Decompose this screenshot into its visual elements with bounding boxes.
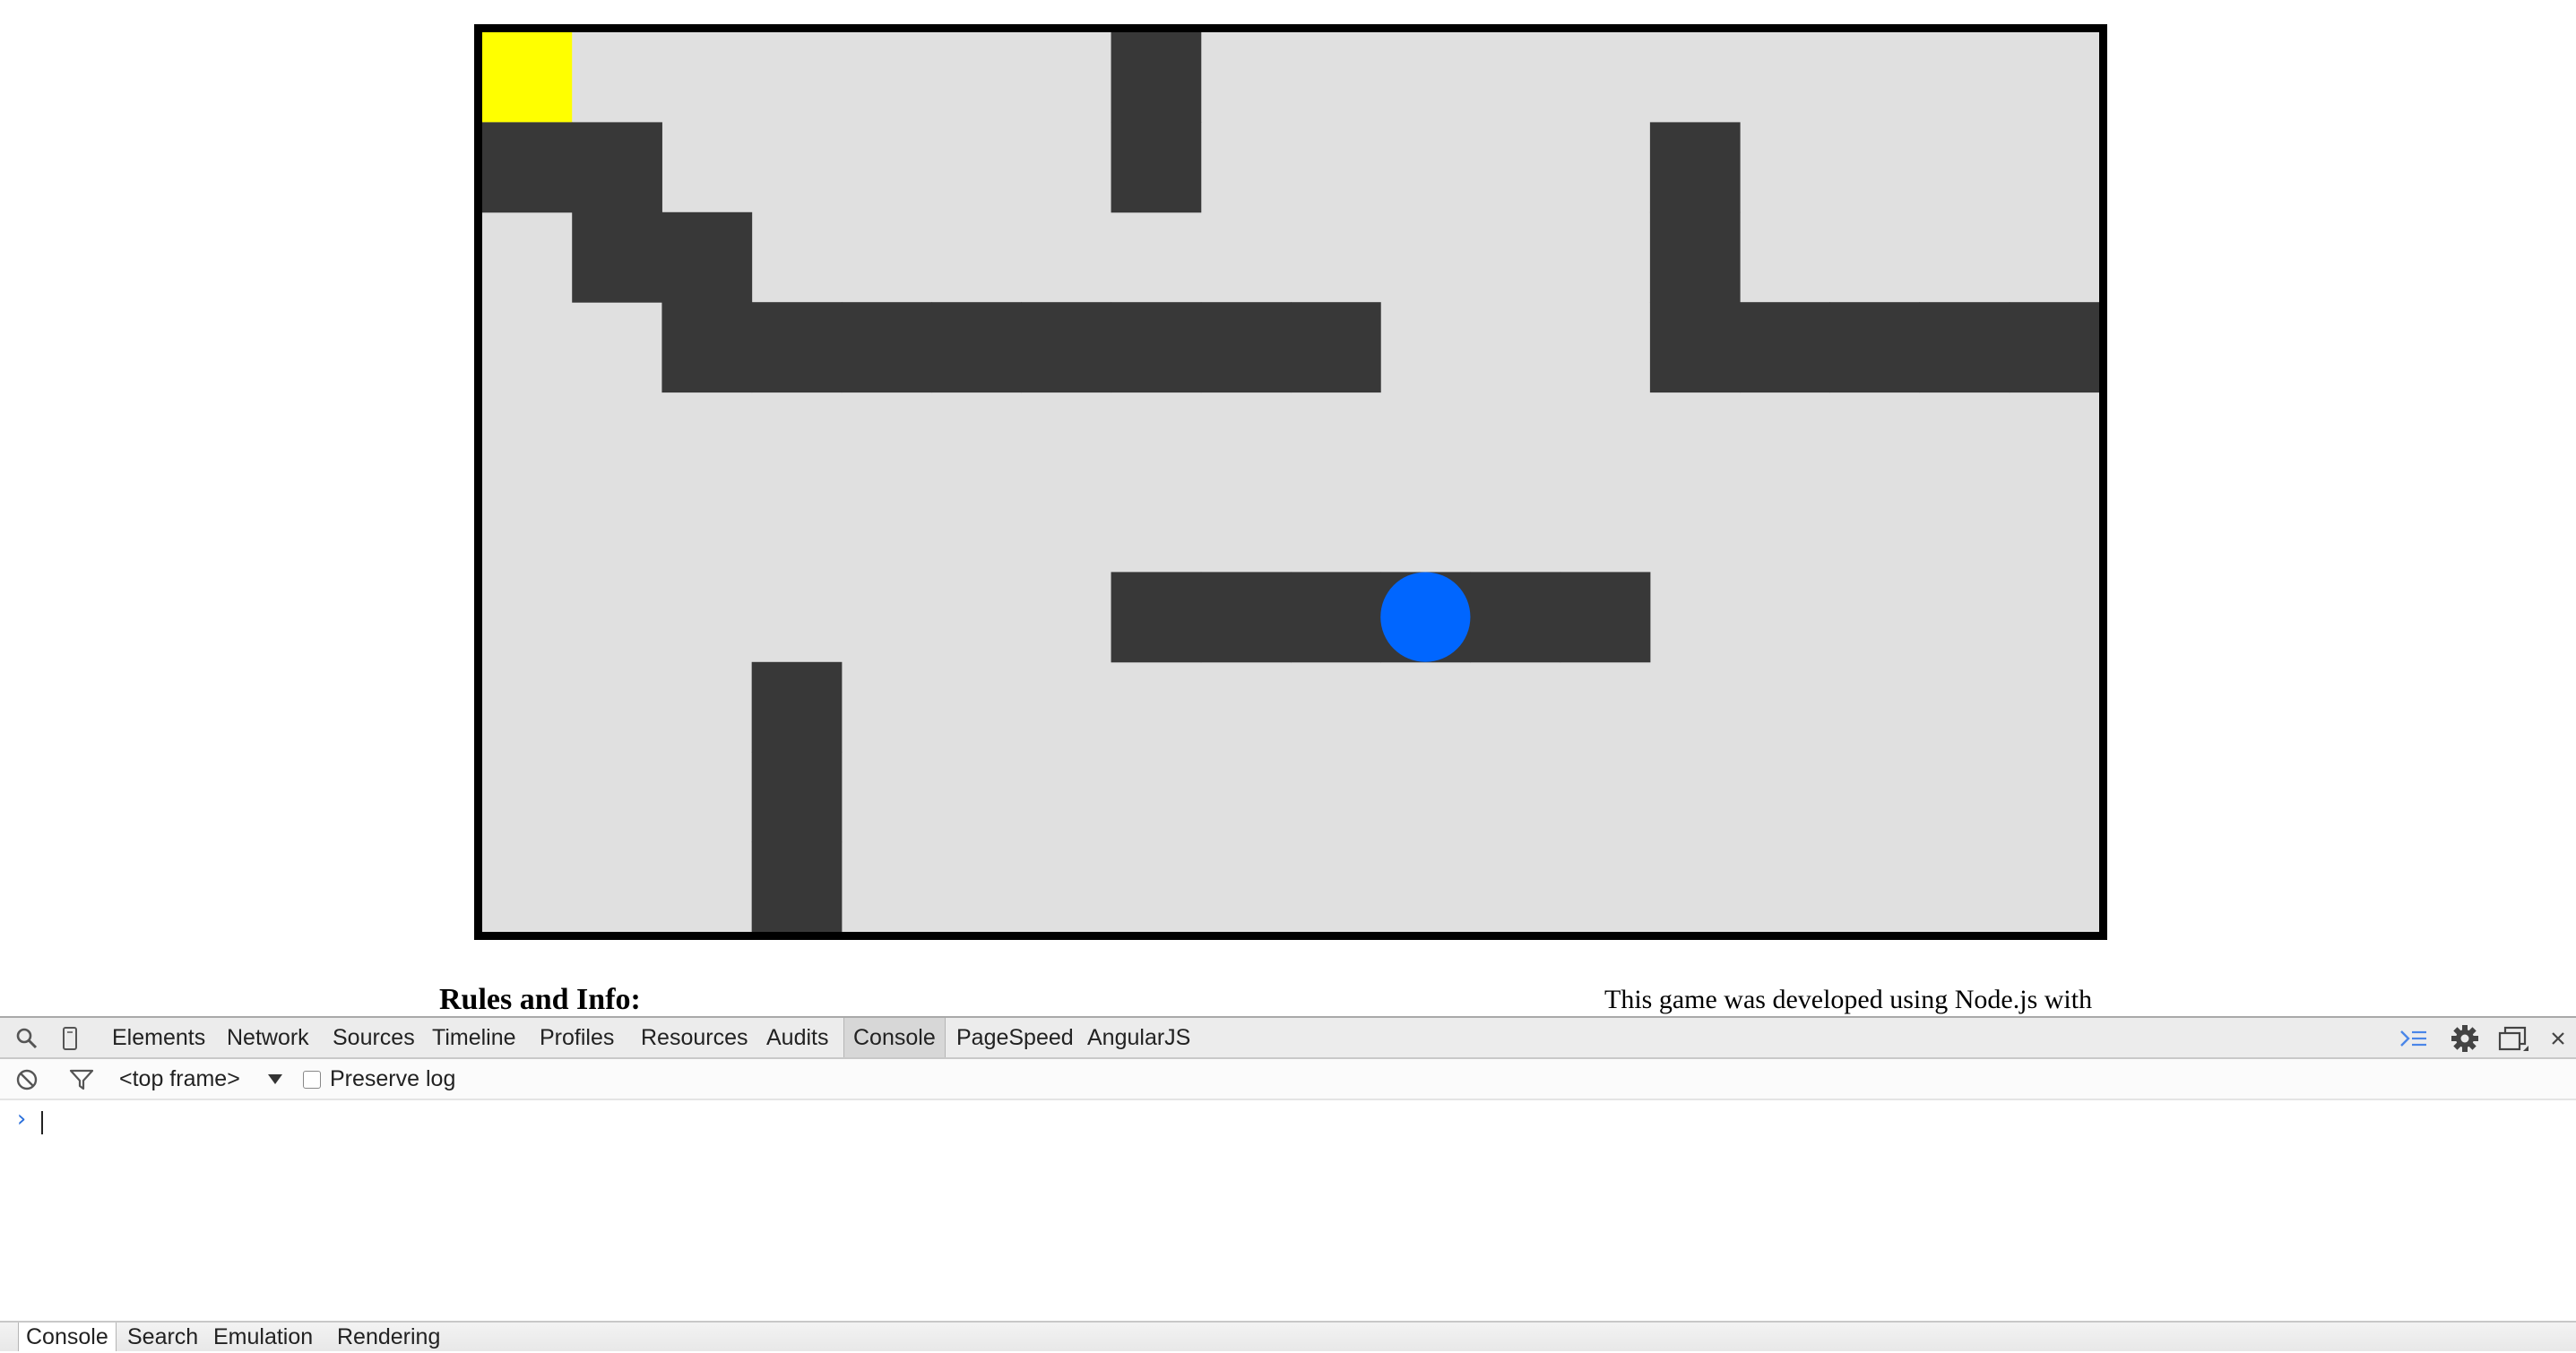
close-icon[interactable]: [2547, 1028, 2569, 1049]
wall-tile: [751, 841, 843, 932]
wall-tile: [661, 211, 753, 303]
drawer-tab-rendering[interactable]: Rendering: [330, 1323, 447, 1351]
dock-side-icon[interactable]: [2498, 1026, 2530, 1053]
filter-icon[interactable]: [68, 1067, 95, 1092]
maze-canvas[interactable]: [482, 32, 2099, 932]
wall-tile: [751, 302, 843, 393]
wall-tile: [1200, 302, 1292, 393]
wall-tile: [1470, 572, 1561, 663]
tab-profiles[interactable]: Profiles: [531, 1018, 623, 1057]
game-board[interactable]: [474, 24, 2107, 940]
wall-tile: [841, 302, 932, 393]
console-drawer-icon[interactable]: [2399, 1026, 2429, 1051]
console-input[interactable]: ›: [0, 1104, 2576, 1140]
drawer-tab-search[interactable]: Search: [120, 1323, 205, 1351]
tab-angularjs[interactable]: AngularJS: [1078, 1018, 1199, 1057]
preserve-log-label[interactable]: Preserve log: [330, 1059, 455, 1099]
tab-sources[interactable]: Sources: [324, 1018, 424, 1057]
tab-pagespeed[interactable]: PageSpeed: [947, 1018, 1083, 1057]
wall-tile: [482, 122, 573, 213]
wall-tile: [751, 661, 843, 753]
clear-console-icon[interactable]: [14, 1067, 39, 1092]
text-cursor: [41, 1111, 43, 1134]
wall-tile: [1829, 302, 1921, 393]
dropdown-arrow-icon[interactable]: [265, 1070, 285, 1088]
wall-tile: [572, 122, 662, 213]
wall-tile: [1111, 122, 1202, 213]
tab-timeline[interactable]: Timeline: [423, 1018, 525, 1057]
wall-tile: [1111, 572, 1202, 663]
rules-heading: Rules and Info:: [439, 983, 641, 1016]
player-ball[interactable]: [1380, 572, 1471, 662]
console-toolbar: <top frame> Preserve log: [0, 1059, 2576, 1100]
credits-text: This game was developed using Node.js wi…: [1604, 985, 2093, 1014]
wall-tile: [572, 211, 662, 303]
maze-floor: [482, 32, 2099, 932]
wall-tile: [1649, 211, 1741, 303]
drawer-tab-console[interactable]: Console: [18, 1323, 117, 1351]
devtools-toolbar: Elements Network Sources Timeline Profiles Re…: [0, 1018, 2576, 1059]
goal-tile: [482, 32, 573, 123]
drawer-tab-emulation[interactable]: Emulation: [206, 1323, 320, 1351]
frame-select[interactable]: <top frame>: [119, 1059, 240, 1099]
tab-console[interactable]: Console: [843, 1018, 946, 1057]
settings-gear-icon[interactable]: [2450, 1024, 2480, 1053]
device-mode-icon[interactable]: [59, 1025, 81, 1052]
tab-network[interactable]: Network: [218, 1018, 318, 1057]
search-icon[interactable]: [14, 1026, 39, 1051]
wall-tile: [2009, 302, 2099, 393]
console-prompt-glyph: ›: [14, 1106, 29, 1133]
wall-tile: [1919, 302, 2010, 393]
wall-tile: [1291, 572, 1381, 663]
devtools-panel: Elements Network Sources Timeline Profiles Re…: [0, 1016, 2576, 1353]
wall-tile: [1740, 302, 1830, 393]
wall-tile: [1200, 572, 1292, 663]
tab-audits[interactable]: Audits: [757, 1018, 837, 1057]
wall-tile: [1111, 32, 1202, 123]
preserve-log-checkbox[interactable]: [303, 1071, 321, 1089]
wall-tile: [1560, 572, 1651, 663]
tab-resources[interactable]: Resources: [632, 1018, 757, 1057]
wall-tile: [1649, 302, 1741, 393]
wall-tile: [931, 302, 1022, 393]
wall-tile: [1649, 122, 1741, 213]
wall-tile: [1021, 302, 1112, 393]
wall-tile: [1111, 302, 1202, 393]
tab-elements[interactable]: Elements: [103, 1018, 214, 1057]
drawer-tab-bar: Console Search Emulation Rendering: [0, 1321, 2576, 1351]
wall-tile: [1291, 302, 1381, 393]
wall-tile: [751, 752, 843, 843]
wall-tile: [661, 302, 753, 393]
